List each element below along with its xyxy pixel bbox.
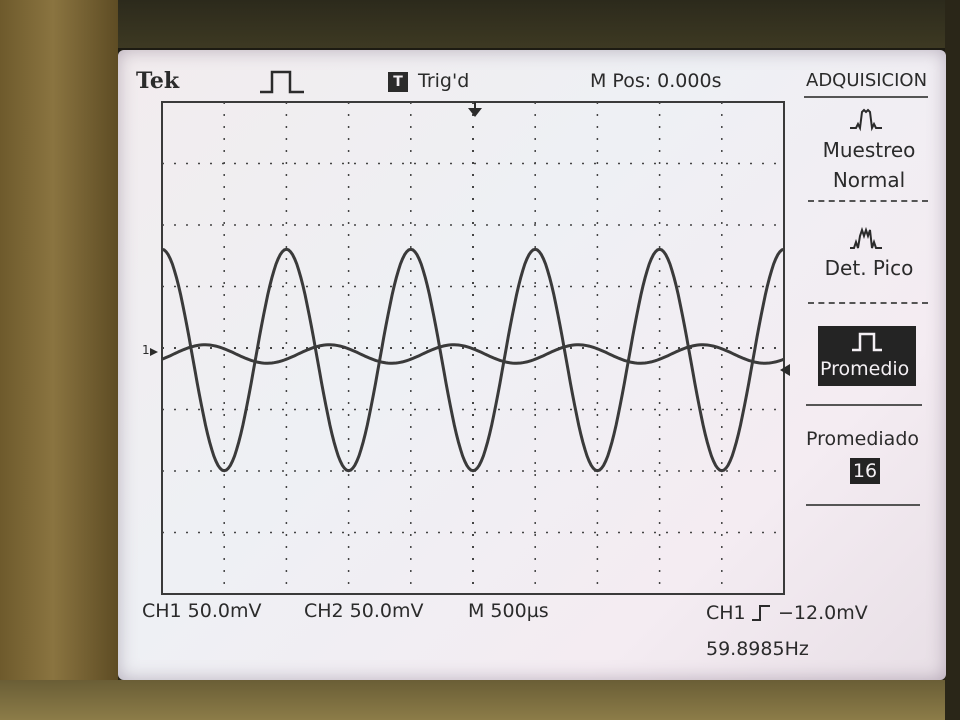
ground-marker: 1 <box>142 343 150 357</box>
ch1-scale: CH1 50.0mV <box>142 600 262 622</box>
average-mode-icon <box>852 332 882 352</box>
menu-item-sample-line2: Normal <box>832 168 906 192</box>
scope-housing-left <box>0 0 118 720</box>
menu-item-sample[interactable]: Muestreo <box>804 140 934 160</box>
oscilloscope-screen: Tek T Trig'd M Pos: 0.000s 1 ADQUISICION… <box>118 50 946 680</box>
frequency-readout: 59.8985Hz <box>706 638 809 660</box>
scope-housing-top <box>0 0 960 48</box>
scope-housing-right <box>945 0 960 720</box>
ch2-scale: CH2 50.0mV <box>304 600 424 622</box>
menu-separator <box>808 302 928 304</box>
menu-item-peak-detect[interactable]: Det. Pico <box>804 258 934 278</box>
menu-divider <box>806 404 922 406</box>
averages-value[interactable]: 16 <box>850 458 880 484</box>
menu-item-average-selected[interactable]: Promedio <box>818 326 916 386</box>
scope-housing-bottom <box>0 680 960 720</box>
timebase: M 500µs <box>468 600 549 622</box>
menu-separator <box>808 200 928 202</box>
menu-divider <box>804 96 928 98</box>
menu-divider <box>806 504 920 506</box>
trigger-position-marker <box>468 108 482 117</box>
averages-label: Promediado <box>806 428 920 450</box>
menu-item-average-label: Promedio <box>820 358 910 380</box>
trigger-source: CH1 <box>706 602 746 624</box>
rising-edge-icon <box>752 605 770 621</box>
trigger-level: −12.0mV <box>778 602 868 624</box>
sample-mode-icon <box>850 108 882 132</box>
peak-detect-icon <box>850 226 882 249</box>
menu-title: ADQUISICION <box>806 70 928 91</box>
